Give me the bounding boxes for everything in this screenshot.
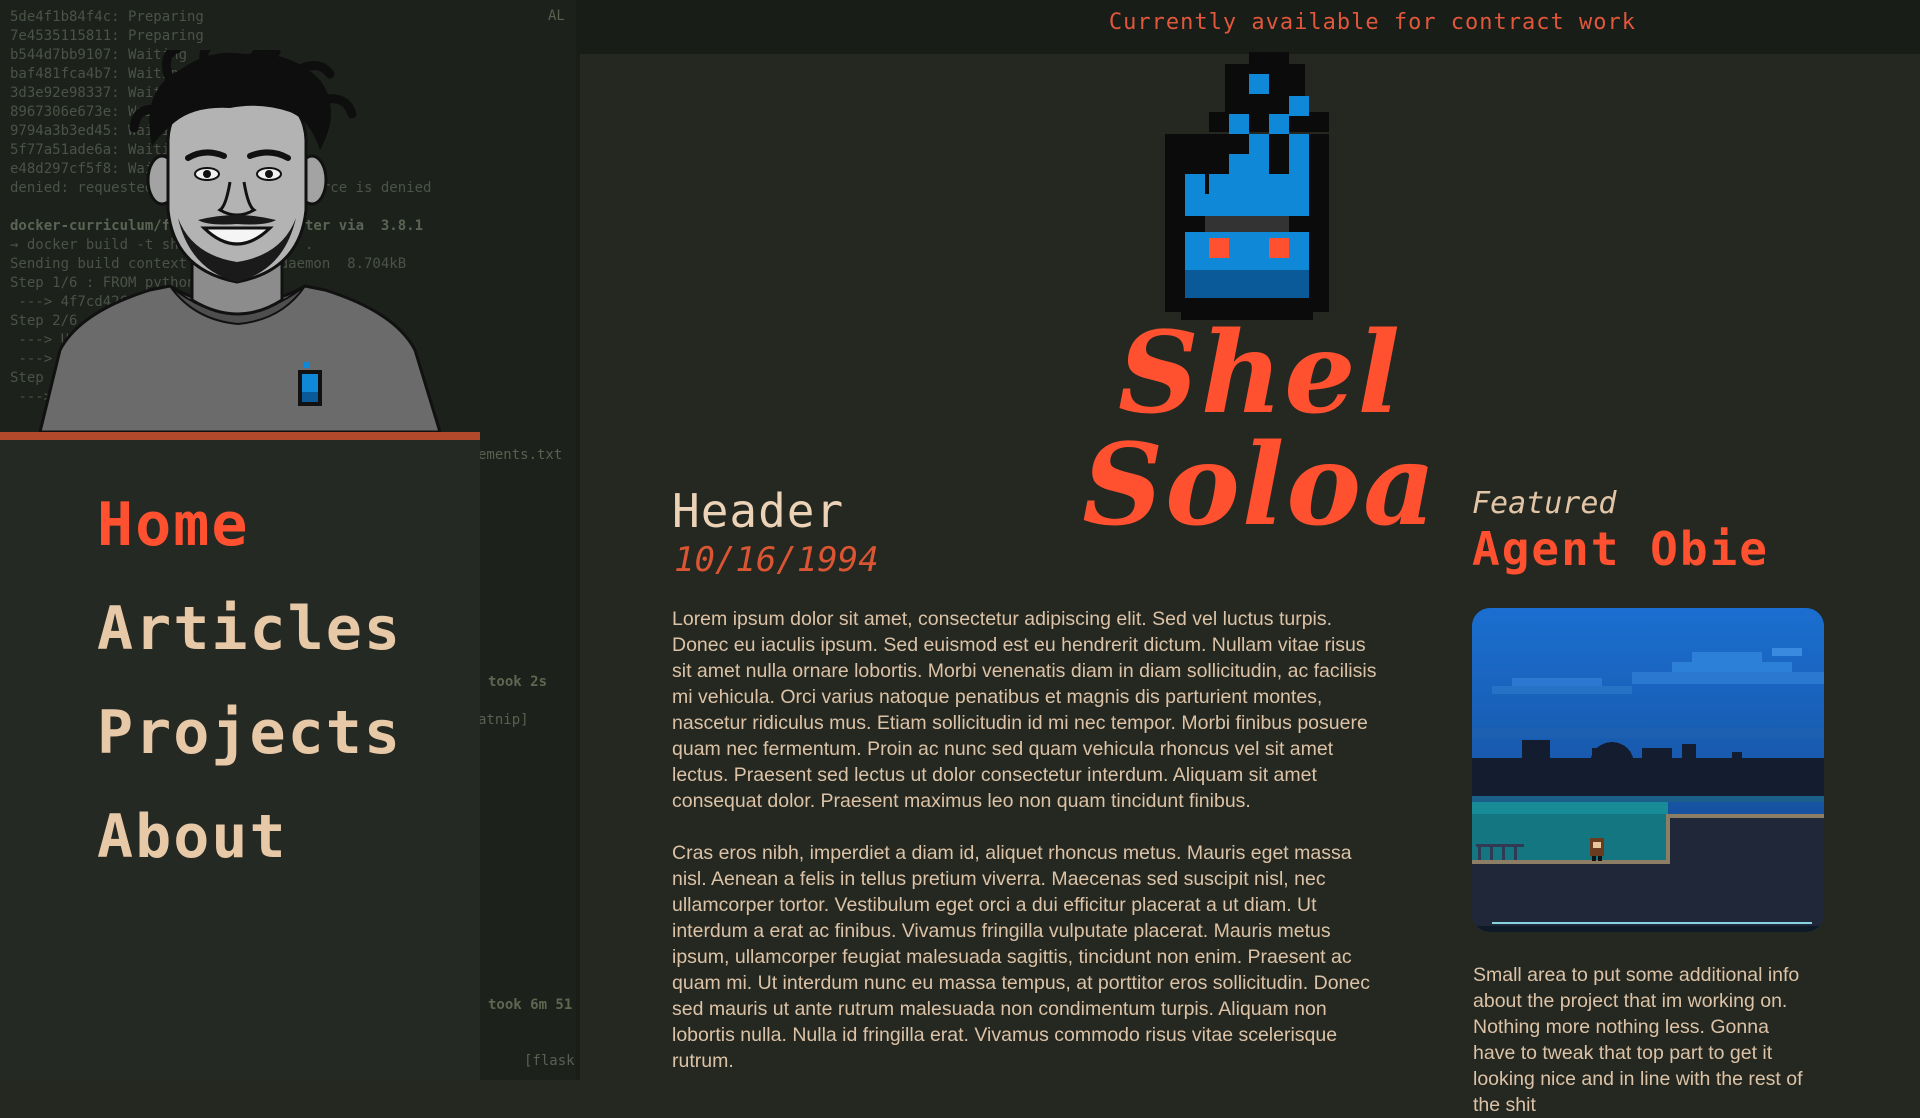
availability-text: Currently available for contract work xyxy=(1108,10,1636,35)
nav-item-articles[interactable]: Articles xyxy=(97,594,402,664)
featured-description: Small area to put some additional info a… xyxy=(1473,964,1803,1116)
site-name: Shel Soloa xyxy=(1082,308,1438,551)
left-column: 5de4f1b84f4c: Preparing 7e4535115811: Pr… xyxy=(0,0,576,1080)
nav-item-projects[interactable]: Projects xyxy=(97,698,402,768)
article-paragraph: Cras eros nibh, imperdiet a diam id, ali… xyxy=(672,842,1370,1072)
article-body: Lorem ipsum dolor sit amet, consectetur … xyxy=(672,606,1382,1100)
avatar xyxy=(38,50,442,432)
terminal-snippet: AL xyxy=(548,8,565,24)
main-nav: Home Articles Projects About xyxy=(0,440,480,1080)
terminal-snippet: took 2s xyxy=(488,674,548,690)
featured-label: Featured xyxy=(1472,486,1617,521)
avatar-accent-bar xyxy=(0,432,480,440)
article-paragraph: Lorem ipsum dolor sit amet, consectetur … xyxy=(672,608,1377,812)
featured-title[interactable]: Agent Obie xyxy=(1472,522,1769,576)
terminal-snippet: atnip] xyxy=(478,712,529,728)
terminal-snippet: ements.txt xyxy=(478,447,563,463)
nav-item-about[interactable]: About xyxy=(97,802,288,872)
terminal-line: 5de4f1b84f4c: Preparing xyxy=(10,9,204,25)
availability-banner: Currently available for contract work xyxy=(576,0,1920,54)
article-date: 10/16/1994 xyxy=(674,540,879,580)
blue-flame-logo-icon[interactable] xyxy=(1165,52,1329,320)
featured-project-screenshot[interactable] xyxy=(1472,608,1824,932)
terminal-snippet: [flask xyxy=(524,1053,575,1069)
article-title: Header xyxy=(672,484,845,538)
terminal-line: 7e4535115811: Preparing xyxy=(10,28,204,44)
nav-item-home[interactable]: Home xyxy=(97,490,250,560)
terminal-snippet: took 6m 51 xyxy=(488,997,573,1013)
column-divider xyxy=(576,0,580,1080)
